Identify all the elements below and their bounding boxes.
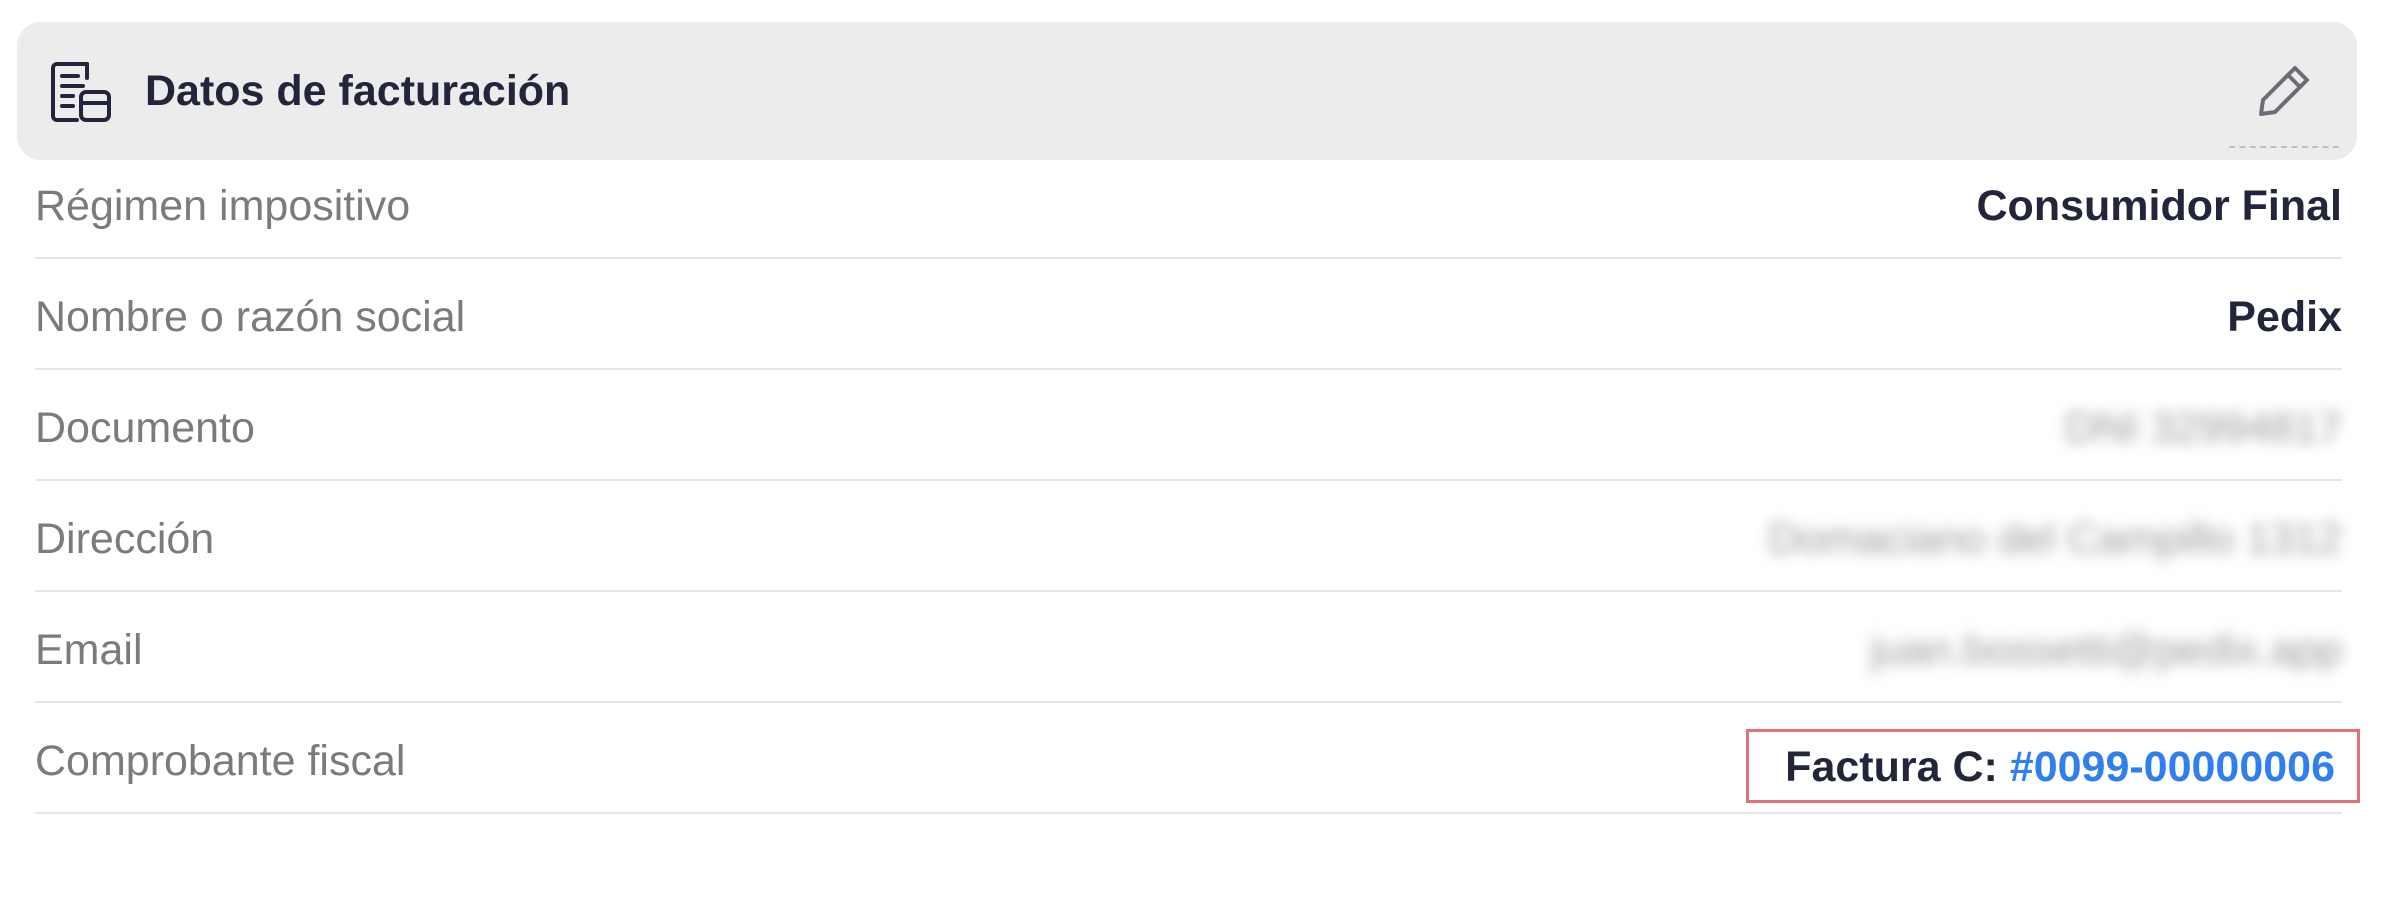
row-label: Dirección: [35, 515, 215, 563]
row-label: Régimen impositivo: [35, 182, 411, 230]
billing-data-panel: Datos de facturación Régimen impositivo …: [0, 0, 2384, 900]
row-document: Documento DNI 32994817: [35, 370, 2342, 481]
row-address: Dirección Domaciano del Campillo 1312: [35, 481, 2342, 592]
invoice-number-link[interactable]: #0099-00000006: [2010, 743, 2335, 791]
row-label: Email: [35, 626, 143, 674]
row-value-blurred: Domaciano del Campillo 1312: [1768, 515, 2342, 563]
row-label: Documento: [35, 404, 255, 452]
billing-details-list: Régimen impositivo Consumidor Final Nomb…: [35, 148, 2360, 814]
pencil-icon: [2259, 66, 2309, 116]
edit-billing-button[interactable]: [2229, 22, 2339, 148]
invoice-type: Factura C:: [1785, 743, 1998, 791]
row-email: Email juan.bossetti@pedix.app: [35, 592, 2342, 703]
billing-document-icon: [47, 58, 113, 124]
row-value: Pedix: [2227, 293, 2342, 341]
row-label: Comprobante fiscal: [35, 737, 406, 785]
row-value-blurred: juan.bossetti@pedix.app: [1870, 626, 2342, 674]
row-business-name: Nombre o razón social Pedix: [35, 259, 2342, 370]
row-label: Nombre o razón social: [35, 293, 466, 341]
billing-header: Datos de facturación: [17, 22, 2357, 160]
row-value-blurred: DNI 32994817: [2064, 404, 2342, 452]
invoice-highlight-box: Factura C: #0099-00000006: [1746, 729, 2360, 803]
section-title: Datos de facturación: [145, 67, 571, 115]
row-fiscal-receipt: Comprobante fiscal Factura C: #0099-0000…: [35, 703, 2360, 814]
row-tax-regime: Régimen impositivo Consumidor Final: [35, 148, 2342, 259]
row-value: Consumidor Final: [1976, 182, 2343, 230]
